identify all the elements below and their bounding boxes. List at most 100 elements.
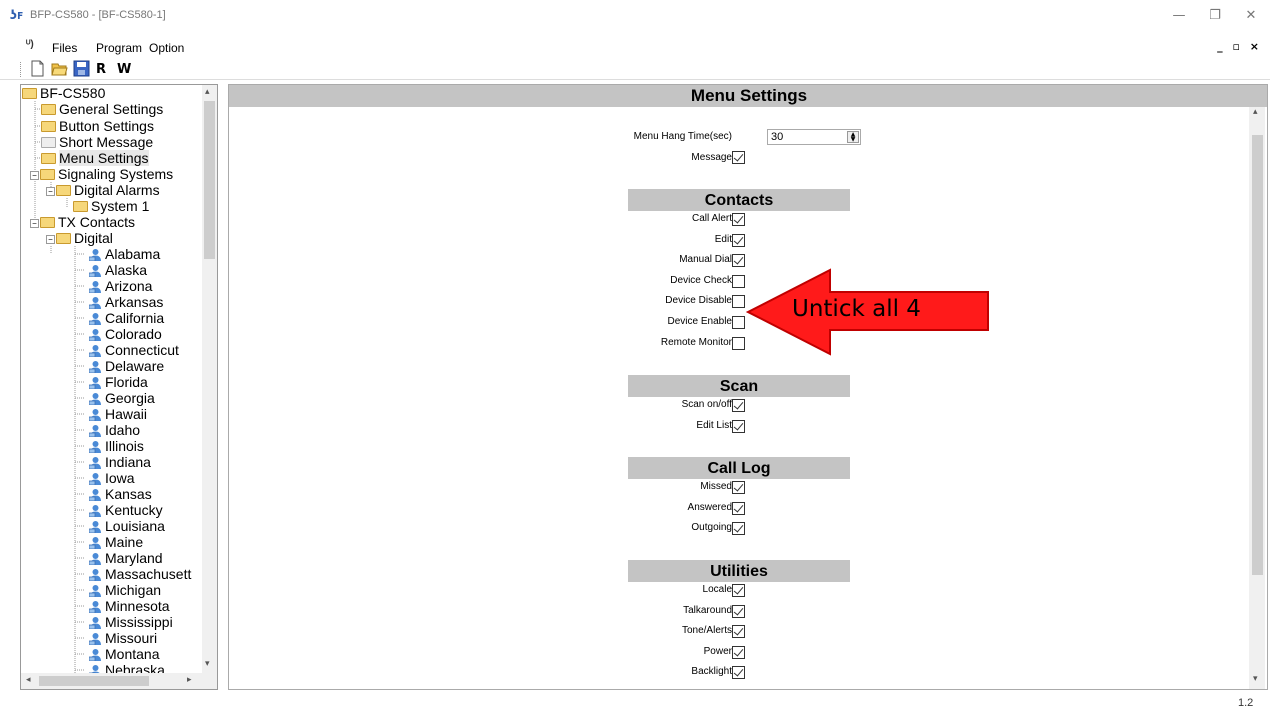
tree-item-menu-settings[interactable]: Menu Settings bbox=[41, 150, 149, 166]
tree-item-contact[interactable]: Hawaii bbox=[75, 406, 147, 422]
scroll-down-icon[interactable]: ▾ bbox=[1253, 674, 1258, 684]
device-disable-checkbox[interactable] bbox=[732, 295, 745, 308]
tree-item-contact[interactable]: Illinois bbox=[75, 438, 144, 454]
toolbar-grip[interactable] bbox=[20, 62, 23, 77]
write-button[interactable]: W bbox=[117, 62, 131, 77]
tree-hscroll-thumb[interactable] bbox=[39, 676, 149, 686]
scroll-left-icon[interactable]: ◂ bbox=[26, 675, 31, 685]
settings-vertical-scrollbar[interactable]: ▴ ▾ bbox=[1249, 107, 1265, 689]
tree-item-contact[interactable]: Mississippi bbox=[75, 614, 173, 630]
device-enable-checkbox[interactable] bbox=[732, 316, 745, 329]
tree-item-contact[interactable]: Arizona bbox=[75, 278, 152, 294]
message-checkbox[interactable] bbox=[732, 151, 745, 164]
tree-item-contact[interactable]: Kentucky bbox=[75, 502, 163, 518]
minimize-button[interactable]: — bbox=[1164, 6, 1194, 26]
tree-root[interactable]: BF-CS580 bbox=[22, 85, 105, 101]
contact-label: Minnesota bbox=[105, 598, 170, 614]
close-button[interactable]: ✕ bbox=[1236, 6, 1266, 26]
tree-item-contact[interactable]: Louisiana bbox=[75, 518, 165, 534]
tree-item-contact[interactable]: Minnesota bbox=[75, 598, 170, 614]
manual-dial-checkbox[interactable] bbox=[732, 254, 745, 267]
device-check-checkbox[interactable] bbox=[732, 275, 745, 288]
contact-person-icon bbox=[89, 569, 101, 581]
scroll-up-icon[interactable]: ▴ bbox=[1253, 107, 1258, 117]
tree-item-contact[interactable]: Alaska bbox=[75, 262, 147, 278]
edit-list-checkbox[interactable] bbox=[732, 420, 745, 433]
contact-person-icon bbox=[89, 601, 101, 613]
tree-connector bbox=[75, 493, 85, 495]
backlight-checkbox[interactable] bbox=[732, 666, 745, 679]
open-folder-icon[interactable] bbox=[51, 60, 68, 77]
outgoing-checkbox[interactable] bbox=[732, 522, 745, 535]
menu-option[interactable]: Option bbox=[149, 41, 184, 55]
tree-item-contact[interactable]: Montana bbox=[75, 646, 159, 662]
remote-monitor-checkbox[interactable] bbox=[732, 337, 745, 350]
scan-on-off-checkbox[interactable] bbox=[732, 399, 745, 412]
tree-item-system-1[interactable]: System 1 bbox=[73, 198, 149, 214]
missed-checkbox[interactable] bbox=[732, 481, 745, 494]
tree-vertical-scrollbar[interactable]: ▴ ▾ bbox=[202, 85, 217, 673]
tree-item-tx-contacts[interactable]: − TX Contacts bbox=[30, 214, 135, 230]
tree-item-contact[interactable]: Kansas bbox=[75, 486, 152, 502]
tree-item-contact[interactable]: Delaware bbox=[75, 358, 164, 374]
collapse-toggle-icon[interactable]: − bbox=[30, 171, 39, 180]
answered-checkbox[interactable] bbox=[732, 502, 745, 515]
tree-connector bbox=[75, 605, 85, 607]
tree-item-contact[interactable]: Florida bbox=[75, 374, 148, 390]
contact-label: Indiana bbox=[105, 454, 151, 470]
tree-item-contact[interactable]: Missouri bbox=[75, 630, 157, 646]
tree-item-contact[interactable]: Nebraska bbox=[75, 662, 165, 673]
tree-item-contact[interactable]: Colorado bbox=[75, 326, 162, 342]
tree-item-contact[interactable]: Massachusett bbox=[75, 566, 191, 582]
tree-horizontal-scrollbar[interactable]: ◂ ▸ bbox=[21, 673, 217, 689]
contact-person-icon bbox=[89, 457, 101, 469]
tree-item-general-settings[interactable]: General Settings bbox=[41, 101, 163, 117]
menu-hang-time-input[interactable]: 30 ▲ ▼ bbox=[767, 129, 861, 145]
tree-connector bbox=[75, 381, 85, 383]
tree-item-contact[interactable]: Georgia bbox=[75, 390, 155, 406]
folder-icon bbox=[41, 104, 56, 115]
tree-item-contact[interactable]: Connecticut bbox=[75, 342, 179, 358]
mdi-window-controls[interactable]: _ ▫ × bbox=[1217, 40, 1262, 53]
tone-alerts-checkbox[interactable] bbox=[732, 625, 745, 638]
tree-connector bbox=[75, 269, 85, 271]
tree-item-short-message[interactable]: Short Message bbox=[41, 134, 153, 150]
restore-button[interactable]: ❐ bbox=[1200, 6, 1230, 26]
tree-item-contact[interactable]: Arkansas bbox=[75, 294, 163, 310]
spinner-arrows-icon[interactable]: ▲ ▼ bbox=[847, 131, 859, 143]
collapse-toggle-icon[interactable]: − bbox=[46, 235, 55, 244]
scroll-down-icon[interactable]: ▾ bbox=[205, 659, 210, 669]
tree-item-contact[interactable]: Alabama bbox=[75, 246, 160, 262]
scroll-right-icon[interactable]: ▸ bbox=[187, 675, 192, 685]
new-file-icon[interactable] bbox=[29, 60, 46, 77]
tree-item-contact[interactable]: Maryland bbox=[75, 550, 163, 566]
tree-scroll-thumb[interactable] bbox=[204, 101, 215, 259]
call-alert-checkbox[interactable] bbox=[732, 213, 745, 226]
settings-scroll-thumb[interactable] bbox=[1252, 135, 1263, 575]
collapse-toggle-icon[interactable]: − bbox=[46, 187, 55, 196]
tree-item-contact[interactable]: Michigan bbox=[75, 582, 161, 598]
locale-checkbox[interactable] bbox=[732, 584, 745, 597]
read-button[interactable]: R bbox=[96, 62, 106, 77]
tree-item-button-settings[interactable]: Button Settings bbox=[41, 118, 154, 134]
talkaround-checkbox[interactable] bbox=[732, 605, 745, 618]
tree-item-contact[interactable]: Iowa bbox=[75, 470, 135, 486]
tree-item-signaling-systems[interactable]: − Signaling Systems bbox=[30, 166, 173, 182]
document-system-icon[interactable]: ᵁ) bbox=[26, 39, 34, 50]
tree-item-contact[interactable]: Indiana bbox=[75, 454, 151, 470]
tree-item-contact[interactable]: Maine bbox=[75, 534, 143, 550]
tree-item-contact[interactable]: California bbox=[75, 310, 164, 326]
tree-item-digital-alarms[interactable]: − Digital Alarms bbox=[46, 182, 160, 198]
menu-program[interactable]: Program bbox=[96, 41, 142, 55]
contact-person-icon bbox=[89, 329, 101, 341]
save-disk-icon[interactable] bbox=[73, 60, 90, 77]
menu-files[interactable]: Files bbox=[52, 41, 77, 55]
tree-item-digital[interactable]: − Digital bbox=[46, 230, 113, 246]
collapse-toggle-icon[interactable]: − bbox=[30, 219, 39, 228]
tree-view: BF-CS580 General Settings Button Setting… bbox=[21, 85, 203, 673]
title-bar: ʖꜰ BFP-CS580 - [BF-CS580-1] — ❐ ✕ bbox=[0, 0, 1270, 30]
scroll-up-icon[interactable]: ▴ bbox=[205, 87, 210, 97]
power-checkbox[interactable] bbox=[732, 646, 745, 659]
tree-item-contact[interactable]: Idaho bbox=[75, 422, 140, 438]
edit-checkbox[interactable] bbox=[732, 234, 745, 247]
